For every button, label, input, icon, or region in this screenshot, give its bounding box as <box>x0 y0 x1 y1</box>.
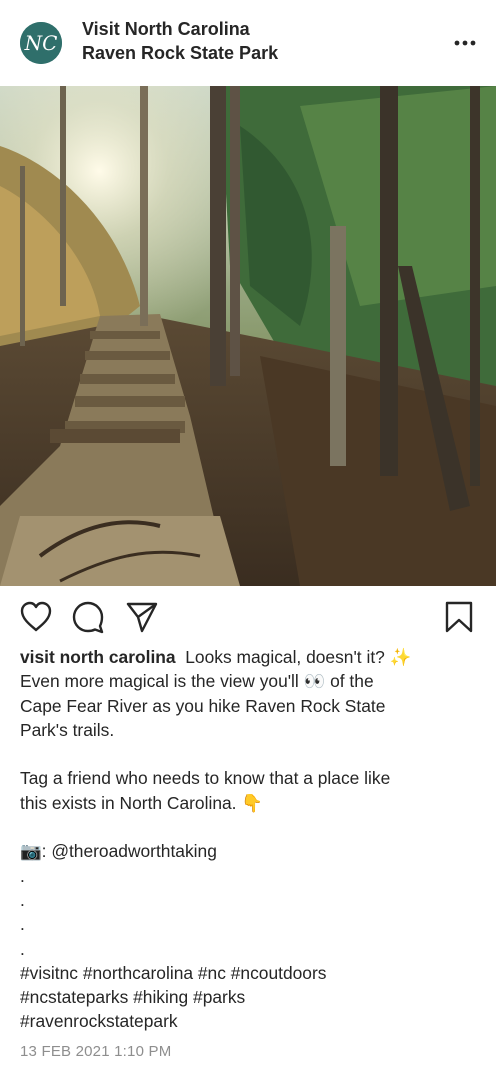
post-caption: visit north carolina Looks magical, does… <box>20 645 482 1034</box>
post-photo[interactable] <box>0 86 496 586</box>
dot-line: . <box>20 938 25 959</box>
nc-logo-icon: NC <box>20 22 62 64</box>
post-header: NC Visit North Carolina Raven Rock State… <box>0 0 496 86</box>
photo-credit: 📷: @theroadworthtaking <box>20 841 217 862</box>
comment-icon[interactable] <box>71 600 105 634</box>
caption-line: Cape Fear River as you hike Raven Rock S… <box>20 695 386 716</box>
caption-username[interactable]: visit north carolina <box>20 647 176 667</box>
paper-plane-icon[interactable] <box>125 600 159 634</box>
caption-line: Park's trails. <box>20 719 115 740</box>
account-name[interactable]: Visit North Carolina <box>82 19 250 40</box>
caption-line: this exists in North Carolina. 👇 <box>20 792 263 813</box>
avatar-text: NC <box>24 31 58 55</box>
caption-line: visit north carolina Looks magical, does… <box>20 645 482 669</box>
more-options-icon[interactable] <box>452 30 478 56</box>
caption-text: Looks magical, doesn't it? ✨ <box>185 647 412 667</box>
hashtags[interactable]: #ravenrockstatepark <box>20 1009 482 1033</box>
hashtags[interactable]: #visitnc #northcarolina #nc #ncoutdoors <box>20 961 482 985</box>
heart-icon[interactable] <box>19 600 53 634</box>
hashtags[interactable]: #ncstateparks #hiking #parks <box>20 985 482 1009</box>
forest-trail-image <box>0 86 496 586</box>
bookmark-icon[interactable] <box>442 600 476 634</box>
dot-line: . <box>20 865 25 886</box>
post-actions <box>0 586 496 644</box>
location-link[interactable]: Raven Rock State Park <box>82 43 278 64</box>
post-timestamp: 13 FEB 2021 1:10 PM <box>20 1043 172 1060</box>
dot-line: . <box>20 889 25 910</box>
avatar[interactable]: NC <box>20 22 62 64</box>
dot-line: . <box>20 914 25 935</box>
caption-line: Tag a friend who needs to know that a pl… <box>20 768 391 789</box>
caption-line: Even more magical is the view you'll 👀 o… <box>20 671 374 692</box>
